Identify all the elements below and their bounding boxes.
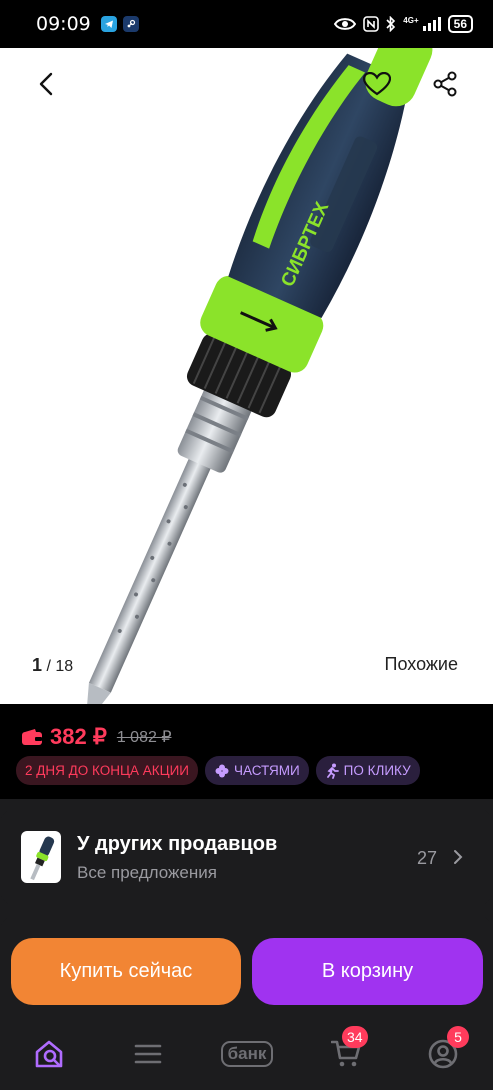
installments-label: ЧАСТЯМИ (234, 763, 300, 778)
menu-icon (134, 1044, 162, 1064)
home-search-icon (35, 1040, 63, 1068)
image-counter: 1 / 18 (32, 655, 73, 676)
image-counter-current: 1 (32, 655, 43, 675)
price-block: 382 ₽ 1 082 ₽ 2 ДНЯ ДО КОНЦА АКЦИИ ЧАСТЯ… (0, 704, 493, 799)
add-to-cart-button[interactable]: В корзину (252, 938, 483, 1005)
bottom-navigation: банк 34 5 (0, 1012, 493, 1090)
cart-count-badge: 34 (342, 1026, 368, 1048)
old-price: 1 082 ₽ (116, 729, 172, 746)
chevron-right-icon (454, 850, 463, 864)
other-sellers-title: У других продавцов (77, 833, 278, 855)
status-time: 09:09 (36, 13, 91, 35)
one-click-label: ПО КЛИКУ (343, 763, 411, 778)
clover-icon (215, 764, 229, 777)
steam-icon (122, 16, 139, 32)
one-click-badge[interactable]: ПО КЛИКУ (315, 756, 420, 785)
telegram-icon (100, 16, 117, 32)
other-sellers-count: 27 (416, 848, 437, 868)
bank-label: банк (220, 1041, 274, 1067)
signal-icon: 4G+ (403, 16, 441, 31)
price-row: 382 ₽ 1 082 ₽ (22, 724, 172, 750)
other-sellers-subtitle: Все предложения (77, 863, 217, 882)
profile-count-badge: 5 (447, 1026, 469, 1048)
back-button[interactable] (24, 62, 68, 106)
action-bar: Купить сейчас В корзину (0, 932, 493, 1012)
nav-bank[interactable]: банк (212, 1036, 282, 1072)
heart-icon (363, 72, 391, 96)
nav-cart[interactable]: 34 (328, 1026, 368, 1072)
similar-products-link[interactable]: Похожие (385, 654, 458, 675)
nfc-icon (363, 16, 380, 32)
share-button[interactable] (423, 62, 467, 106)
installments-badge[interactable]: ЧАСТЯМИ (205, 756, 309, 785)
network-type: 4G+ (403, 16, 419, 25)
product-gallery[interactable]: СИБРТЕХ 1 / 18 Похожие (0, 48, 493, 704)
share-icon (433, 71, 457, 97)
product-image: СИБРТЕХ (85, 48, 433, 704)
running-person-icon (326, 763, 339, 779)
back-arrow-icon (39, 72, 53, 96)
bluetooth-icon (386, 16, 396, 32)
nav-catalog[interactable] (130, 1036, 166, 1072)
promo-badges: 2 ДНЯ ДО КОНЦА АКЦИИ ЧАСТЯМИ ПО КЛИКУ (16, 756, 420, 785)
current-price: 382 ₽ (50, 724, 107, 749)
other-sellers-card[interactable]: У других продавцов Все предложения 27 (0, 807, 493, 907)
nav-profile[interactable]: 5 (425, 1026, 469, 1072)
battery-indicator: 56 (447, 15, 473, 33)
status-bar: 09:09 4G+ 56 (0, 0, 493, 48)
sellers-thumbnail (21, 831, 61, 883)
favorite-button[interactable] (355, 62, 399, 106)
buy-now-button[interactable]: Купить сейчас (11, 938, 241, 1005)
image-counter-total: / 18 (46, 658, 74, 675)
promo-deadline-badge[interactable]: 2 ДНЯ ДО КОНЦА АКЦИИ (16, 756, 199, 785)
eye-icon (334, 18, 357, 30)
nav-home[interactable] (32, 1036, 68, 1072)
wallet-icon (22, 729, 42, 745)
